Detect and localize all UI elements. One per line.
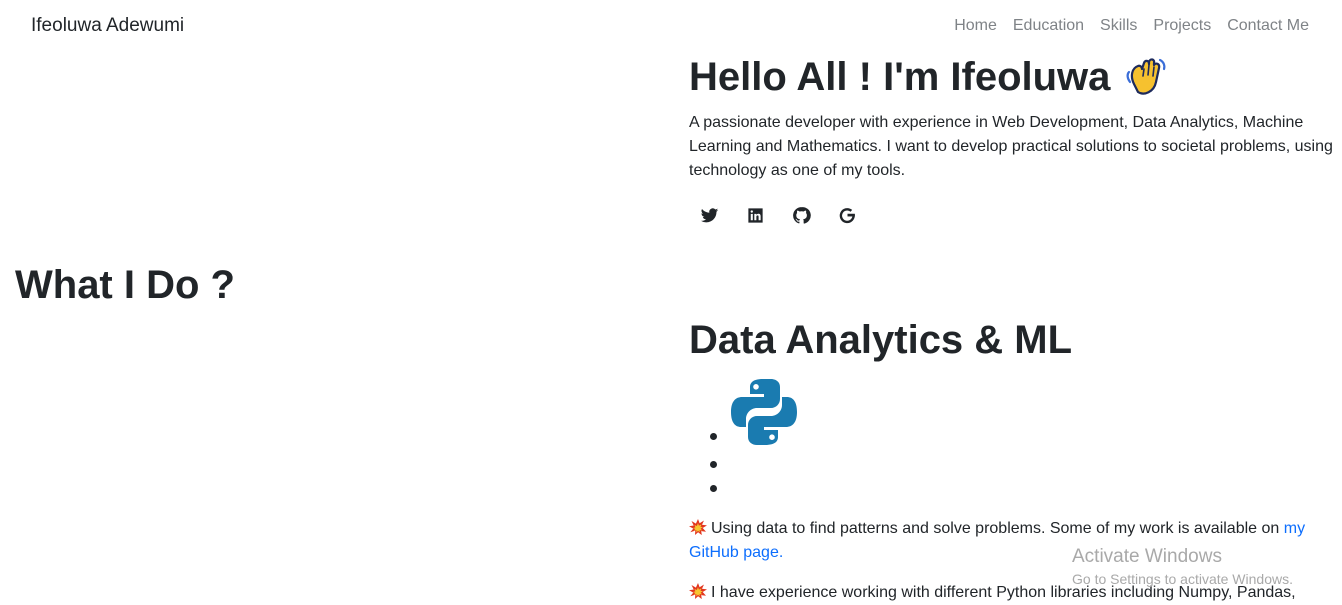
collision-icon bbox=[689, 519, 707, 536]
nav-links: Home Education Skills Projects Contact M… bbox=[954, 17, 1309, 35]
activate-windows-title: Activate Windows bbox=[1072, 546, 1222, 567]
twitter-link[interactable] bbox=[700, 206, 719, 225]
list-bullet bbox=[710, 433, 717, 440]
waving-hand-icon bbox=[1124, 54, 1170, 100]
list-bullet bbox=[710, 461, 717, 468]
hero-title: Hello All ! I'm Ifeoluwa bbox=[689, 54, 1170, 100]
twitter-icon bbox=[700, 208, 719, 223]
google-icon bbox=[839, 208, 855, 224]
brand-link[interactable]: Ifeoluwa Adewumi bbox=[31, 15, 184, 37]
data-analytics-heading: Data Analytics & ML bbox=[689, 318, 1073, 362]
nav-skills[interactable]: Skills bbox=[1100, 17, 1137, 35]
github-link[interactable] bbox=[792, 206, 811, 225]
activate-windows-subtitle: Go to Settings to activate Windows. bbox=[1072, 571, 1293, 587]
linkedin-link[interactable] bbox=[746, 206, 765, 225]
python-icon bbox=[729, 377, 799, 447]
social-links bbox=[700, 206, 857, 225]
collision-icon bbox=[689, 583, 707, 600]
what-i-do-heading: What I Do ? bbox=[15, 263, 235, 307]
nav-home[interactable]: Home bbox=[954, 17, 997, 35]
google-link[interactable] bbox=[838, 206, 857, 225]
paragraph-1-text: Using data to find patterns and solve pr… bbox=[711, 520, 1284, 537]
hero-description: A passionate developer with experience i… bbox=[689, 114, 1333, 179]
data-analytics-paragraph-1: Using data to find patterns and solve pr… bbox=[689, 517, 1329, 565]
github-icon bbox=[793, 207, 811, 224]
navbar: Ifeoluwa Adewumi Home Education Skills P… bbox=[0, 0, 1342, 54]
nav-projects[interactable]: Projects bbox=[1153, 17, 1211, 35]
hero-title-text: Hello All ! I'm Ifeoluwa bbox=[689, 54, 1111, 99]
linkedin-icon bbox=[748, 208, 763, 223]
nav-contact-me[interactable]: Contact Me bbox=[1227, 17, 1309, 35]
list-bullet bbox=[710, 485, 717, 492]
nav-education[interactable]: Education bbox=[1013, 17, 1084, 35]
